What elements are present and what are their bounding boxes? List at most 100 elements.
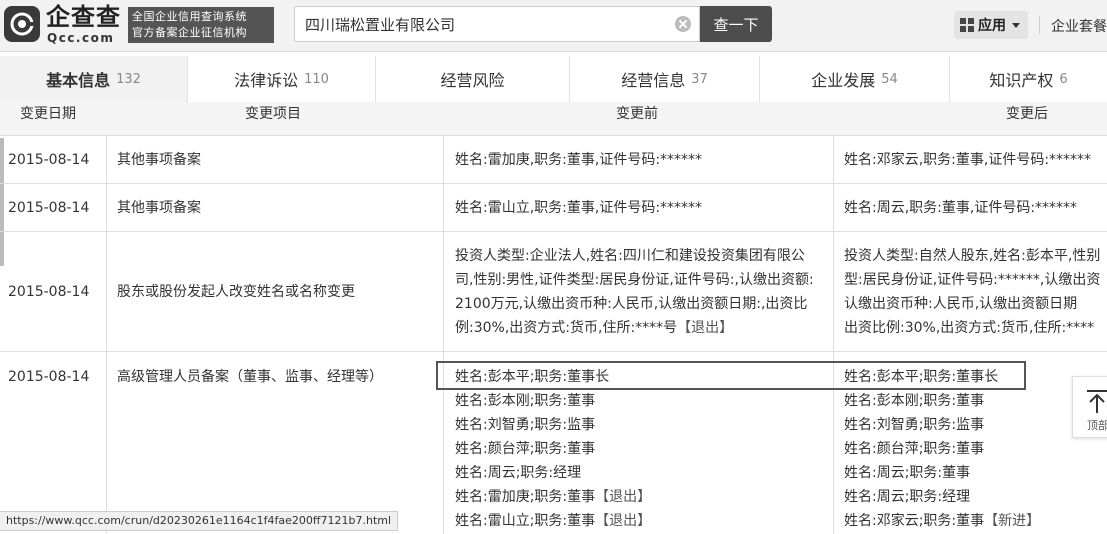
tab-label: 法律诉讼 xyxy=(234,71,299,90)
column-header-after: 变更后 xyxy=(1006,106,1048,122)
list-item: 姓名:颜台萍;职务:董事 xyxy=(455,437,819,461)
enterprise-package-link[interactable]: 企业套餐 xyxy=(1051,16,1107,36)
officer-entry: 姓名:邓家云;职务:董事 xyxy=(844,513,985,529)
clear-icon[interactable] xyxy=(675,16,691,32)
back-to-top-button[interactable]: 顶部 xyxy=(1072,376,1107,438)
logo-name[interactable]: 企查查 xyxy=(46,3,121,31)
change-after: 姓名:邓家云,职务:董事,证件号码:****** xyxy=(844,151,1092,168)
cell-date: 2015-08-14 xyxy=(0,232,107,351)
change-item: 其他事项备案 xyxy=(117,199,201,216)
logo-domain: Qcc.com xyxy=(47,31,115,45)
tab-count: 37 xyxy=(691,71,708,87)
status-bar-url: https://www.qcc.com/crun/d20230261e1164c… xyxy=(0,511,399,531)
officer-entry: 姓名:颜台萍;职务:董事 xyxy=(844,441,985,457)
cell-after: 姓名:邓家云,职务:董事,证件号码:****** xyxy=(834,136,1107,183)
cell-date: 2015-08-14 xyxy=(0,184,107,231)
list-item: 姓名:彭本刚;职务:董事 xyxy=(455,389,819,413)
column-header-before: 变更前 xyxy=(616,106,658,122)
highlight-annotation-box xyxy=(436,361,1026,390)
cell-before: 投资人类型:企业法人,姓名:四川仁和建设投资集团有限公司,性别:男性,证件类型:… xyxy=(444,232,834,351)
apps-label: 应用 xyxy=(978,18,1006,34)
officer-entry: 姓名:彭本刚;职务:董事 xyxy=(455,393,596,409)
cell-item: 股东或股份发起人改变姓名或名称变更 xyxy=(107,232,444,351)
chevron-down-icon xyxy=(1012,22,1020,28)
change-after-line: 型:居民身份证,证件号码:******,认缴出资 xyxy=(844,272,1101,288)
tab-label: 经营风险 xyxy=(440,71,505,90)
cell-before: 姓名:雷加庚,职务:董事,证件号码:****** xyxy=(444,136,834,183)
list-item: 姓名:雷加庚;职务:董事【退出】 xyxy=(455,485,819,509)
cell-date: 2015-08-14 xyxy=(0,136,107,183)
cell-item: 高级管理人员备案（董事、监事、经理等） xyxy=(107,352,444,534)
change-after-line: 出资比例:30%,出资方式:货币,住所:**** xyxy=(844,320,1095,336)
tab-business-info[interactable]: 经营信息 37 xyxy=(570,56,760,102)
change-before: 姓名:雷加庚,职务:董事,证件号码:****** xyxy=(455,151,703,168)
tab-count: 132 xyxy=(116,71,141,87)
slogan-badge: 全国企业信用查询系统 官方备案企业征信机构 xyxy=(128,7,274,43)
exit-tag[interactable]: 【退出】 xyxy=(595,489,651,505)
tab-risk[interactable]: 经营风险 xyxy=(376,56,570,102)
back-to-top-label: 顶部 xyxy=(1087,419,1107,432)
change-date: 2015-08-14 xyxy=(8,283,90,300)
list-item: 姓名:邓家云;职务:董事【新进】 xyxy=(844,509,1107,533)
search-box xyxy=(294,6,700,42)
change-date: 2015-08-14 xyxy=(8,199,90,216)
column-header-item: 变更项目 xyxy=(245,106,301,122)
officer-entry: 姓名:颜台萍;职务:董事 xyxy=(455,441,596,457)
officer-entry: 姓名:雷加庚;职务:董事 xyxy=(455,489,596,505)
list-item: 姓名:周云;职务:董事 xyxy=(844,461,1107,485)
officer-entry: 姓名:周云;职务:董事 xyxy=(844,465,971,481)
tab-development[interactable]: 企业发展 54 xyxy=(760,56,950,102)
tab-label: 经营信息 xyxy=(621,71,686,90)
officer-entry: 姓名:彭本刚;职务:董事 xyxy=(844,393,985,409)
slogan-line-2: 官方备案企业征信机构 xyxy=(132,26,247,39)
list-item: 姓名:颜台萍;职务:董事 xyxy=(844,437,1107,461)
grid-icon xyxy=(960,18,974,32)
list-item: 姓名:周云;职务:经理 xyxy=(844,485,1107,509)
list-item: 姓名:刘智勇;职务:监事 xyxy=(455,413,819,437)
tab-count: 110 xyxy=(304,71,329,87)
officer-entry: 姓名:刘智勇;职务:监事 xyxy=(455,417,596,433)
section-tabs: 基本信息 132 法律诉讼 110 经营风险 经营信息 37 企业发展 54 知识产权 6 xyxy=(0,56,1107,102)
change-item: 其他事项备案 xyxy=(117,151,201,168)
tab-ip[interactable]: 知识产权 6 xyxy=(950,56,1107,102)
change-before: 投资人类型:企业法人,姓名:四川仁和建设投资集团有限公司,性别:男性,证件类型:… xyxy=(455,248,814,336)
change-after-line: 认缴出资币种:人民币,认缴出资额日期 xyxy=(844,296,1078,312)
officer-entry: 姓名:刘智勇;职务:监事 xyxy=(844,417,985,433)
table-row: 2015-08-14 股东或股份发起人改变姓名或名称变更 投资人类型:企业法人,… xyxy=(0,232,1107,352)
search-button[interactable]: 查一下 xyxy=(700,6,772,42)
qcc-logo-icon[interactable] xyxy=(4,6,40,42)
header-divider xyxy=(1039,16,1040,34)
exit-tag[interactable]: 【退出】 xyxy=(595,513,651,529)
tab-label: 知识产权 xyxy=(989,71,1054,90)
search-input[interactable] xyxy=(295,7,665,41)
change-table-header: 变更日期 变更项目 变更前 变更后 xyxy=(0,102,1107,136)
column-header-date: 变更日期 xyxy=(20,106,76,122)
list-item: 姓名:雷山立;职务:董事【退出】 xyxy=(455,509,819,533)
list-item: 姓名:彭本刚;职务:董事 xyxy=(844,389,1107,413)
change-item: 股东或股份发起人改变姓名或名称变更 xyxy=(117,283,355,300)
cell-date: 2015-08-14 xyxy=(0,352,107,534)
slogan-line-1: 全国企业信用查询系统 xyxy=(132,10,247,23)
top-header: 企查查 Qcc.com 全国企业信用查询系统 官方备案企业征信机构 查一下 应用… xyxy=(0,0,1107,52)
list-item: 姓名:刘智勇;职务:监事 xyxy=(844,413,1107,437)
arrow-up-icon xyxy=(1087,390,1107,413)
change-after-line: 投资人类型:自然人股东,姓名:彭本平,性别 xyxy=(844,248,1101,264)
cell-after: 投资人类型:自然人股东,姓名:彭本平,性别 型:居民身份证,证件号码:*****… xyxy=(834,232,1107,351)
apps-menu-button[interactable]: 应用 xyxy=(954,11,1028,39)
officer-entry: 姓名:周云;职务:经理 xyxy=(455,465,582,481)
change-before-text: 投资人类型:企业法人,姓名:四川仁和建设投资集团有限公司,性别:男性,证件类型:… xyxy=(455,244,819,340)
change-date: 2015-08-14 xyxy=(8,151,90,168)
table-row: 2015-08-14 其他事项备案 姓名:雷山立,职务:董事,证件号码:****… xyxy=(0,184,1107,232)
tab-label: 企业发展 xyxy=(811,71,876,90)
table-row: 2015-08-14 其他事项备案 姓名:雷加庚,职务:董事,证件号码:****… xyxy=(0,136,1107,184)
new-entry-tag[interactable]: 【新进】 xyxy=(984,513,1040,529)
change-after: 姓名:周云,职务:董事,证件号码:****** xyxy=(844,199,1078,216)
cell-item: 其他事项备案 xyxy=(107,136,444,183)
tab-basic-info[interactable]: 基本信息 132 xyxy=(0,56,188,102)
cell-item: 其他事项备案 xyxy=(107,184,444,231)
exit-tag[interactable]: 【退出】 xyxy=(677,320,733,336)
cell-after: 姓名:周云,职务:董事,证件号码:****** xyxy=(834,184,1107,231)
tab-legal[interactable]: 法律诉讼 110 xyxy=(188,56,376,102)
change-before: 姓名:雷山立,职务:董事,证件号码:****** xyxy=(455,199,703,216)
cell-before: 姓名:雷山立,职务:董事,证件号码:****** xyxy=(444,184,834,231)
